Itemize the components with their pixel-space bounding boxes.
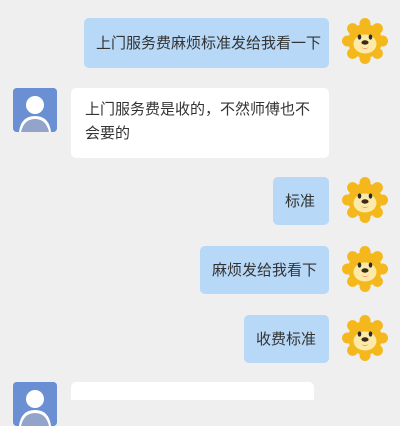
lion-mascot-icon[interactable]: [342, 246, 388, 292]
message-text: 上门服务费是收的，不然师傅也不会要的: [85, 100, 311, 142]
message-text: 麻烦发给我看下: [212, 261, 318, 279]
outgoing-message-bubble[interactable]: 上门服务费麻烦标准发给我看一下: [84, 18, 329, 68]
outgoing-message-bubble[interactable]: 收费标准: [244, 315, 329, 363]
outgoing-message-bubble[interactable]: 麻烦发给我看下: [200, 246, 329, 294]
chat-thread: 上门服务费麻烦标准发给我看一下 上门服务费是收的，不然师傅也不会要的 标准 麻烦…: [0, 0, 400, 426]
message-text: 上门服务费麻烦标准发给我看一下: [96, 34, 322, 52]
default-user-icon[interactable]: [13, 382, 57, 426]
default-user-icon[interactable]: [13, 88, 57, 132]
lion-mascot-icon[interactable]: [342, 315, 388, 361]
lion-mascot-icon[interactable]: [342, 177, 388, 223]
message-text: 收费标准: [256, 330, 317, 348]
message-text: 标准: [285, 192, 316, 210]
lion-mascot-icon[interactable]: [342, 18, 388, 64]
incoming-message-bubble[interactable]: 上门服务费是收的，不然师傅也不会要的: [71, 88, 329, 158]
outgoing-message-bubble[interactable]: 标准: [273, 177, 329, 225]
incoming-message-bubble[interactable]: [71, 382, 314, 400]
